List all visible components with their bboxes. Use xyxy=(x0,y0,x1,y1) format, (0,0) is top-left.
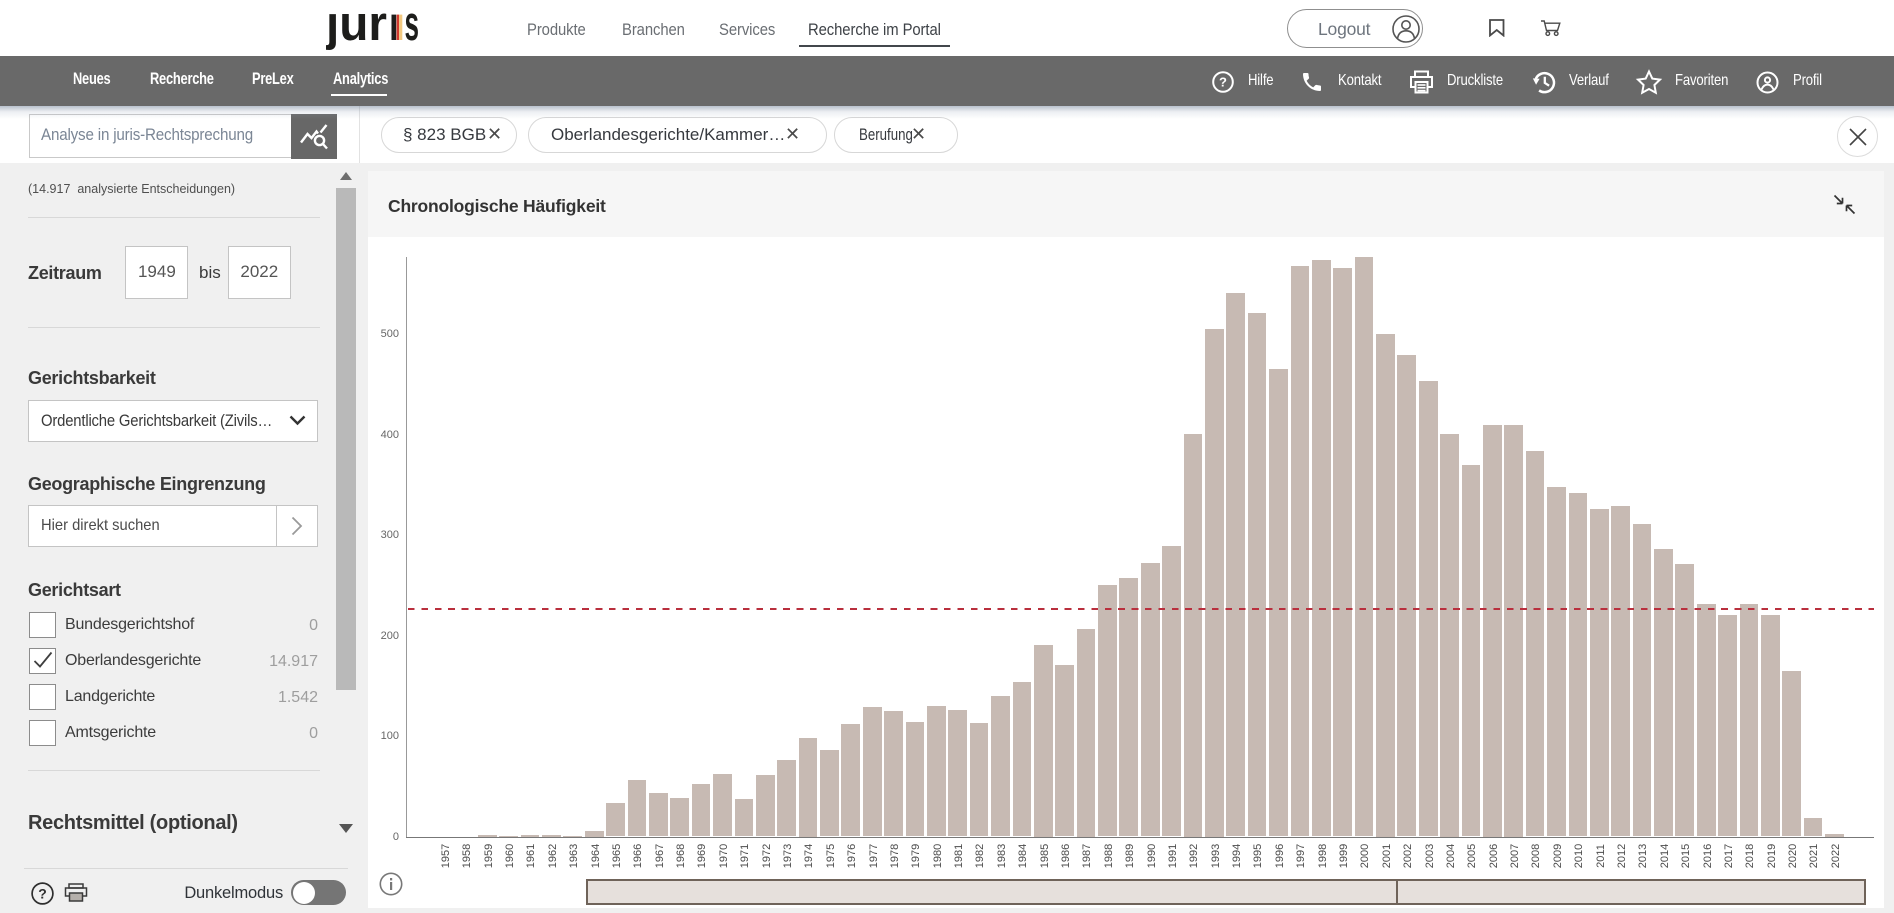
svg-text:s: s xyxy=(405,8,420,51)
svg-text:jur: jur xyxy=(326,8,387,51)
svg-text:?: ? xyxy=(38,885,47,901)
svg-text:?: ? xyxy=(1219,75,1227,90)
